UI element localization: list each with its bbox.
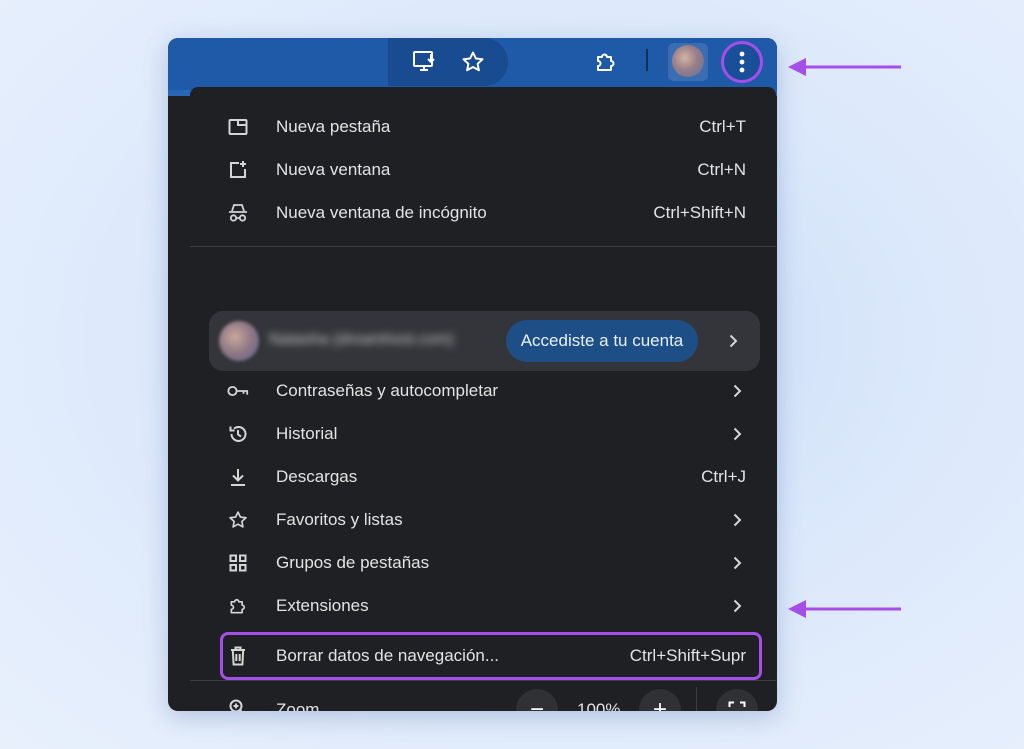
history-icon	[227, 423, 249, 445]
avatar-photo	[672, 45, 704, 77]
chrome-main-menu: Nueva pestaña Ctrl+T Nueva ventana Ctrl+…	[190, 87, 776, 711]
menu-item-incognito[interactable]: Nueva ventana de incógnito Ctrl+Shift+N	[190, 192, 776, 235]
zoom-out-button[interactable]: −	[516, 689, 558, 711]
chevron-right-icon	[726, 330, 740, 352]
pointer-arrow-bottom	[788, 600, 901, 618]
zoom-row: Zoom − 100% +	[190, 687, 776, 711]
chevron-right-icon	[730, 509, 744, 531]
menu-item-history[interactable]: Historial	[190, 413, 776, 456]
account-avatar	[219, 321, 259, 361]
chevron-right-icon	[730, 552, 744, 574]
toolbar-separator	[646, 49, 648, 71]
more-vert-icon	[739, 51, 745, 73]
menu-item-tab-groups[interactable]: Grupos de pestañas	[190, 542, 776, 585]
new-window-icon	[227, 159, 249, 181]
chrome-menu-button[interactable]	[721, 41, 763, 83]
fullscreen-icon	[728, 701, 746, 707]
zoom-separator	[696, 687, 697, 711]
bookmark-star-icon[interactable]	[459, 48, 487, 76]
chevron-right-icon	[730, 595, 744, 617]
chevron-right-icon	[730, 423, 744, 445]
menu-item-new-window[interactable]: Nueva ventana Ctrl+N	[190, 149, 776, 192]
menu-item-passwords[interactable]: Contraseñas y autocompletar	[190, 370, 776, 413]
pointer-arrow-top	[788, 58, 901, 76]
menu-item-bookmarks[interactable]: Favoritos y listas	[190, 499, 776, 542]
menu-divider	[190, 246, 776, 247]
extension-icon	[227, 595, 249, 617]
star-icon	[227, 509, 249, 531]
key-icon	[227, 380, 249, 402]
chrome-window: Nueva pestaña Ctrl+T Nueva ventana Ctrl+…	[168, 38, 777, 711]
fullscreen-button[interactable]	[716, 689, 758, 711]
highlight-box	[220, 632, 762, 680]
profile-avatar[interactable]	[668, 43, 708, 81]
extensions-puzzle-icon[interactable]	[592, 48, 620, 76]
download-icon	[227, 466, 249, 488]
install-app-icon[interactable]	[411, 48, 439, 76]
new-tab-icon	[227, 116, 249, 138]
menu-divider	[190, 680, 776, 681]
zoom-icon	[227, 697, 249, 711]
tab-groups-icon	[227, 552, 249, 574]
zoom-level: 100%	[577, 700, 621, 711]
zoom-in-button[interactable]: +	[639, 689, 681, 711]
account-row[interactable]: Natasha (dreamhost.com) Accediste a tu c…	[209, 311, 760, 371]
signed-in-badge: Accediste a tu cuenta	[506, 320, 698, 362]
omnibox-end	[388, 38, 508, 86]
chevron-right-icon	[730, 380, 744, 402]
menu-item-extensions[interactable]: Extensiones	[190, 585, 776, 628]
menu-item-downloads[interactable]: Descargas Ctrl+J	[190, 456, 776, 499]
menu-item-new-tab[interactable]: Nueva pestaña Ctrl+T	[190, 106, 776, 149]
account-name: Natasha (dreamhost.com)	[269, 331, 454, 348]
incognito-icon	[227, 202, 249, 224]
zoom-label: Zoom	[276, 700, 320, 711]
